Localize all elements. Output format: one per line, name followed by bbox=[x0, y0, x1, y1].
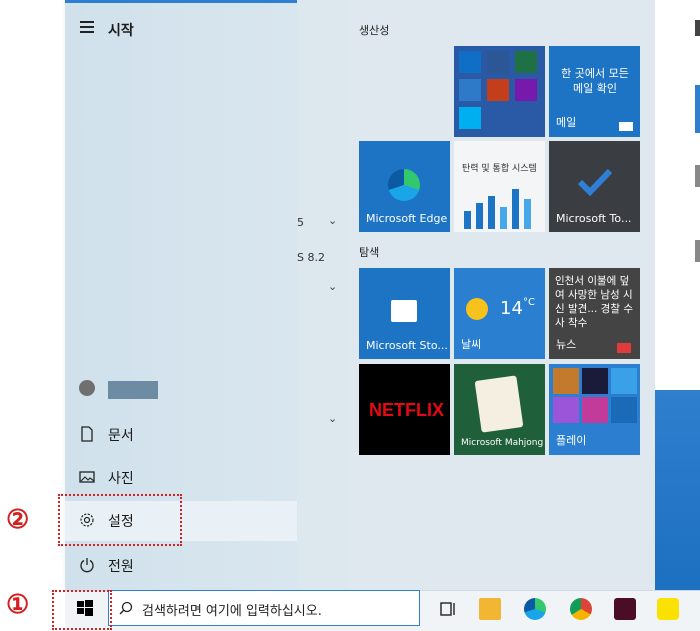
edge-icon bbox=[388, 169, 420, 201]
tile-label: Microsoft Mahjong bbox=[461, 438, 544, 448]
weather-temp: 14 bbox=[500, 298, 523, 319]
mail-headline: 한 곳에서 모든 메일 확인 bbox=[561, 67, 629, 95]
camera-icon bbox=[611, 368, 637, 394]
avatar[interactable] bbox=[79, 380, 95, 396]
annotation-settings-box bbox=[58, 494, 182, 546]
picture-icon bbox=[79, 471, 95, 483]
nav-pictures[interactable]: 사진 bbox=[65, 458, 297, 498]
tile-mahjong[interactable]: Microsoft Mahjong bbox=[454, 364, 545, 455]
mahjong-tile-icon bbox=[474, 375, 524, 433]
skype-icon bbox=[459, 107, 481, 129]
search-placeholder: 검색하려면 여기에 입력하십시오. bbox=[142, 604, 322, 619]
dolby-icon bbox=[582, 368, 608, 394]
tile-label: Microsoft Edge bbox=[366, 212, 448, 225]
window-fragment bbox=[695, 240, 700, 262]
tile-edge[interactable]: Microsoft Edge bbox=[359, 141, 450, 232]
onedrive-icon bbox=[459, 79, 481, 101]
chevron-down-icon[interactable]: ⌄ bbox=[328, 214, 337, 227]
group-title-productivity: 생산성 bbox=[359, 24, 390, 37]
tile-weather[interactable]: 14 °C 날씨 bbox=[454, 268, 545, 359]
tile-label: Microsoft To... bbox=[556, 212, 632, 225]
nav-label: 전원 bbox=[108, 559, 134, 575]
nav-label: 문서 bbox=[108, 428, 134, 444]
tile-office[interactable] bbox=[454, 46, 545, 137]
file-explorer-icon[interactable] bbox=[479, 598, 501, 620]
hamburger-icon[interactable] bbox=[80, 21, 94, 35]
chevron-down-icon[interactable]: ⌄ bbox=[328, 412, 337, 425]
group-title-explore: 탐색 bbox=[359, 246, 380, 259]
app-list-fragment: S 8.2 bbox=[297, 251, 325, 264]
onenote-icon bbox=[515, 79, 537, 101]
chrome-icon[interactable] bbox=[570, 598, 592, 620]
news-icon bbox=[617, 343, 631, 353]
mail-icon bbox=[619, 122, 633, 131]
tile-label: Microsoft Sto... bbox=[366, 339, 448, 352]
excel-icon bbox=[515, 51, 537, 73]
app-list-fragment: 5 bbox=[297, 216, 304, 229]
power-icon bbox=[80, 558, 94, 573]
desktop-wallpaper bbox=[655, 390, 700, 590]
tile-label: 날씨 bbox=[461, 338, 482, 351]
sun-icon bbox=[466, 298, 488, 320]
word-icon bbox=[487, 51, 509, 73]
store-bag-icon bbox=[391, 300, 417, 322]
annotation-step-1: ① bbox=[6, 590, 30, 620]
window-fragment bbox=[695, 165, 700, 187]
search-box[interactable]: 검색하려면 여기에 입력하십시오. bbox=[108, 590, 420, 626]
search-icon bbox=[119, 601, 133, 615]
window-fragment bbox=[695, 85, 700, 133]
news-image-text: 탄력 및 통합 시스템 bbox=[462, 164, 537, 174]
tile-mail[interactable]: 한 곳에서 모든 메일 확인 메일 bbox=[549, 46, 640, 137]
tile-play[interactable]: 플레이 bbox=[549, 364, 640, 455]
nav-label: 사진 bbox=[108, 471, 134, 487]
start-title: 시작 bbox=[108, 23, 134, 39]
tile-netflix[interactable]: NETFLIX bbox=[359, 364, 450, 455]
picsart-icon bbox=[553, 397, 579, 423]
edge-taskbar-icon[interactable] bbox=[524, 598, 546, 620]
chevron-down-icon[interactable]: ⌄ bbox=[328, 280, 337, 293]
tile-news-image[interactable]: 탄력 및 통합 시스템 bbox=[454, 141, 545, 232]
accent-strip bbox=[65, 0, 297, 3]
annotation-step-2: ② bbox=[6, 505, 30, 535]
game-icon bbox=[553, 368, 579, 394]
tile-store[interactable]: Microsoft Sto... bbox=[359, 268, 450, 359]
indesign-icon[interactable] bbox=[614, 598, 636, 620]
news-headline: 인천서 이불에 덮여 사망한 남성 시신 발견... 경찰 수사 착수 bbox=[555, 275, 633, 329]
kakaotalk-icon[interactable] bbox=[657, 598, 679, 620]
outlook-icon bbox=[459, 51, 481, 73]
checkmark-icon bbox=[577, 168, 613, 197]
netflix-logo: NETFLIX bbox=[369, 400, 444, 420]
tile-label: 메일 bbox=[556, 116, 577, 129]
window-fragment bbox=[695, 20, 700, 36]
tile-news[interactable]: 인천서 이불에 덮여 사망한 남성 시신 발견... 경찰 수사 착수 뉴스 bbox=[549, 268, 640, 359]
tile-label: 뉴스 bbox=[556, 338, 577, 351]
powerpoint-icon bbox=[487, 79, 509, 101]
app-list-pane bbox=[297, 0, 349, 590]
annotation-start-box bbox=[52, 590, 112, 630]
tile-todo[interactable]: Microsoft To... bbox=[549, 141, 640, 232]
document-icon bbox=[81, 426, 93, 442]
tile-label: 플레이 bbox=[556, 434, 587, 447]
audio-icon bbox=[582, 397, 608, 423]
task-view-icon[interactable] bbox=[437, 598, 459, 620]
shield-icon bbox=[611, 397, 637, 423]
nav-documents[interactable]: 문서 bbox=[65, 415, 297, 455]
weather-unit: °C bbox=[523, 297, 535, 308]
nav-power[interactable]: 전원 bbox=[65, 546, 297, 586]
user-name[interactable] bbox=[108, 381, 158, 399]
